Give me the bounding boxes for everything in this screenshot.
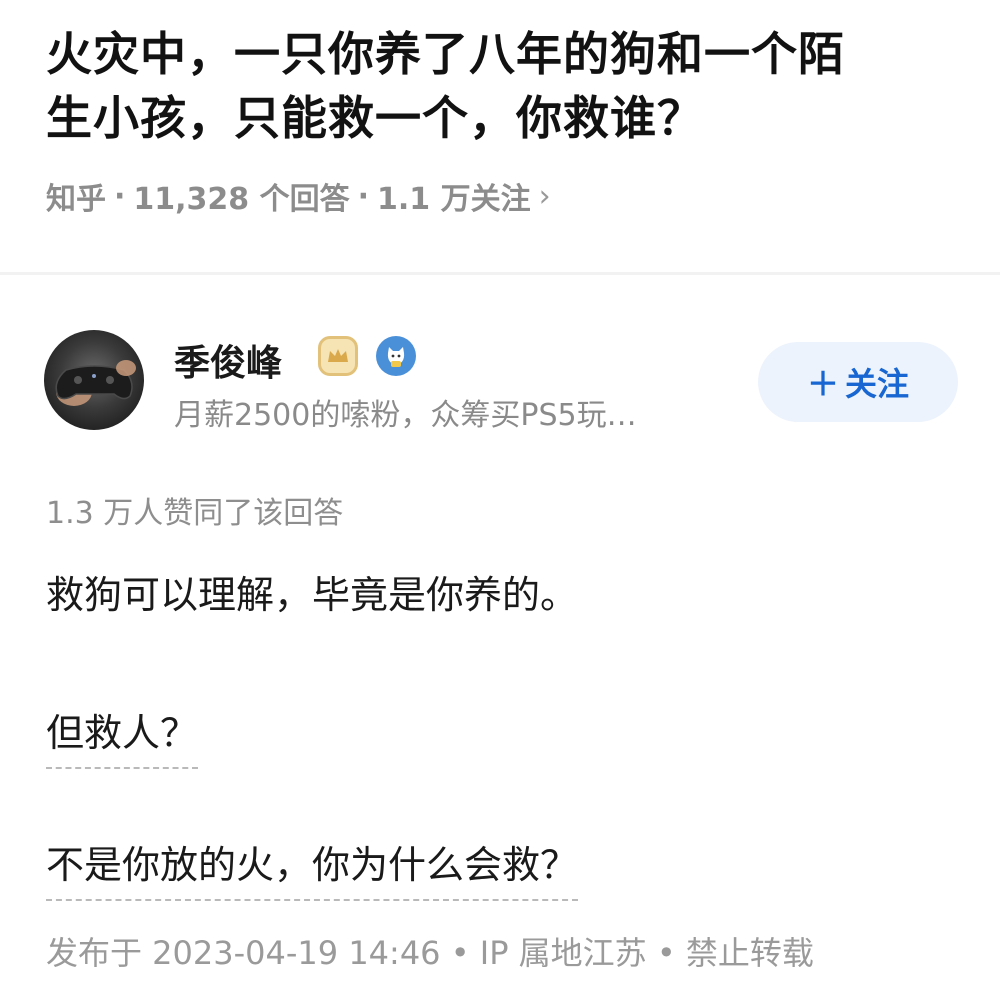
avatar[interactable] bbox=[44, 330, 144, 430]
answer-count: 11,328 个回答 bbox=[133, 182, 350, 217]
author-name[interactable]: 季俊峰 bbox=[174, 334, 282, 386]
crown-badge-icon[interactable] bbox=[318, 336, 358, 376]
question-header: 火灾中，一只你养了八年的狗和一个陌 生小孩，只能救一个，你救谁？ 知乎 · 11… bbox=[46, 22, 966, 218]
plus-icon: ＋ bbox=[806, 365, 839, 403]
answer-paragraph: 救狗可以理解，毕竟是你养的。 bbox=[46, 573, 579, 617]
follow-label: 关注 bbox=[845, 365, 910, 403]
question-title[interactable]: 火灾中，一只你养了八年的狗和一个陌 生小孩，只能救一个，你救谁？ bbox=[46, 22, 966, 150]
follow-button[interactable]: ＋ 关注 bbox=[758, 342, 958, 422]
answer-footer: 发布于 2023-04-19 14:46 • IP 属地江苏 • 禁止转载 bbox=[46, 934, 814, 972]
meta-separator: · bbox=[357, 178, 370, 214]
answer-paragraph: 但救人？ bbox=[46, 703, 199, 769]
upvote-count: 1.3 万人赞同了该回答 bbox=[46, 496, 344, 531]
cat-badge-icon[interactable] bbox=[376, 336, 416, 376]
highlighted-text[interactable]: 不是你放的火，你为什么会救？ bbox=[46, 835, 579, 901]
author-bio: 月薪2500的嗦粉，众筹买PS5玩… bbox=[174, 398, 637, 433]
question-title-line2: 生小孩，只能救一个，你救谁？ bbox=[46, 91, 704, 145]
follower-count: 1.1 万关注 bbox=[377, 182, 531, 217]
meta-separator: · bbox=[114, 178, 126, 214]
question-title-line1: 火灾中，一只你养了八年的狗和一个陌 bbox=[46, 27, 845, 81]
section-divider bbox=[0, 272, 1000, 275]
question-meta[interactable]: 知乎 · 11,328 个回答 · 1.1 万关注 › bbox=[46, 174, 966, 218]
author-card: 季俊峰 月薪2500的嗦粉，众筹买PS5玩… ＋ 关注 bbox=[44, 330, 960, 435]
highlighted-text[interactable]: 但救人？ bbox=[46, 703, 199, 769]
answer-paragraph: 不是你放的火，你为什么会救？ bbox=[46, 835, 579, 901]
chevron-right-icon: › bbox=[538, 178, 551, 214]
source-label: 知乎 bbox=[46, 182, 106, 217]
game-controller-icon bbox=[55, 360, 136, 406]
